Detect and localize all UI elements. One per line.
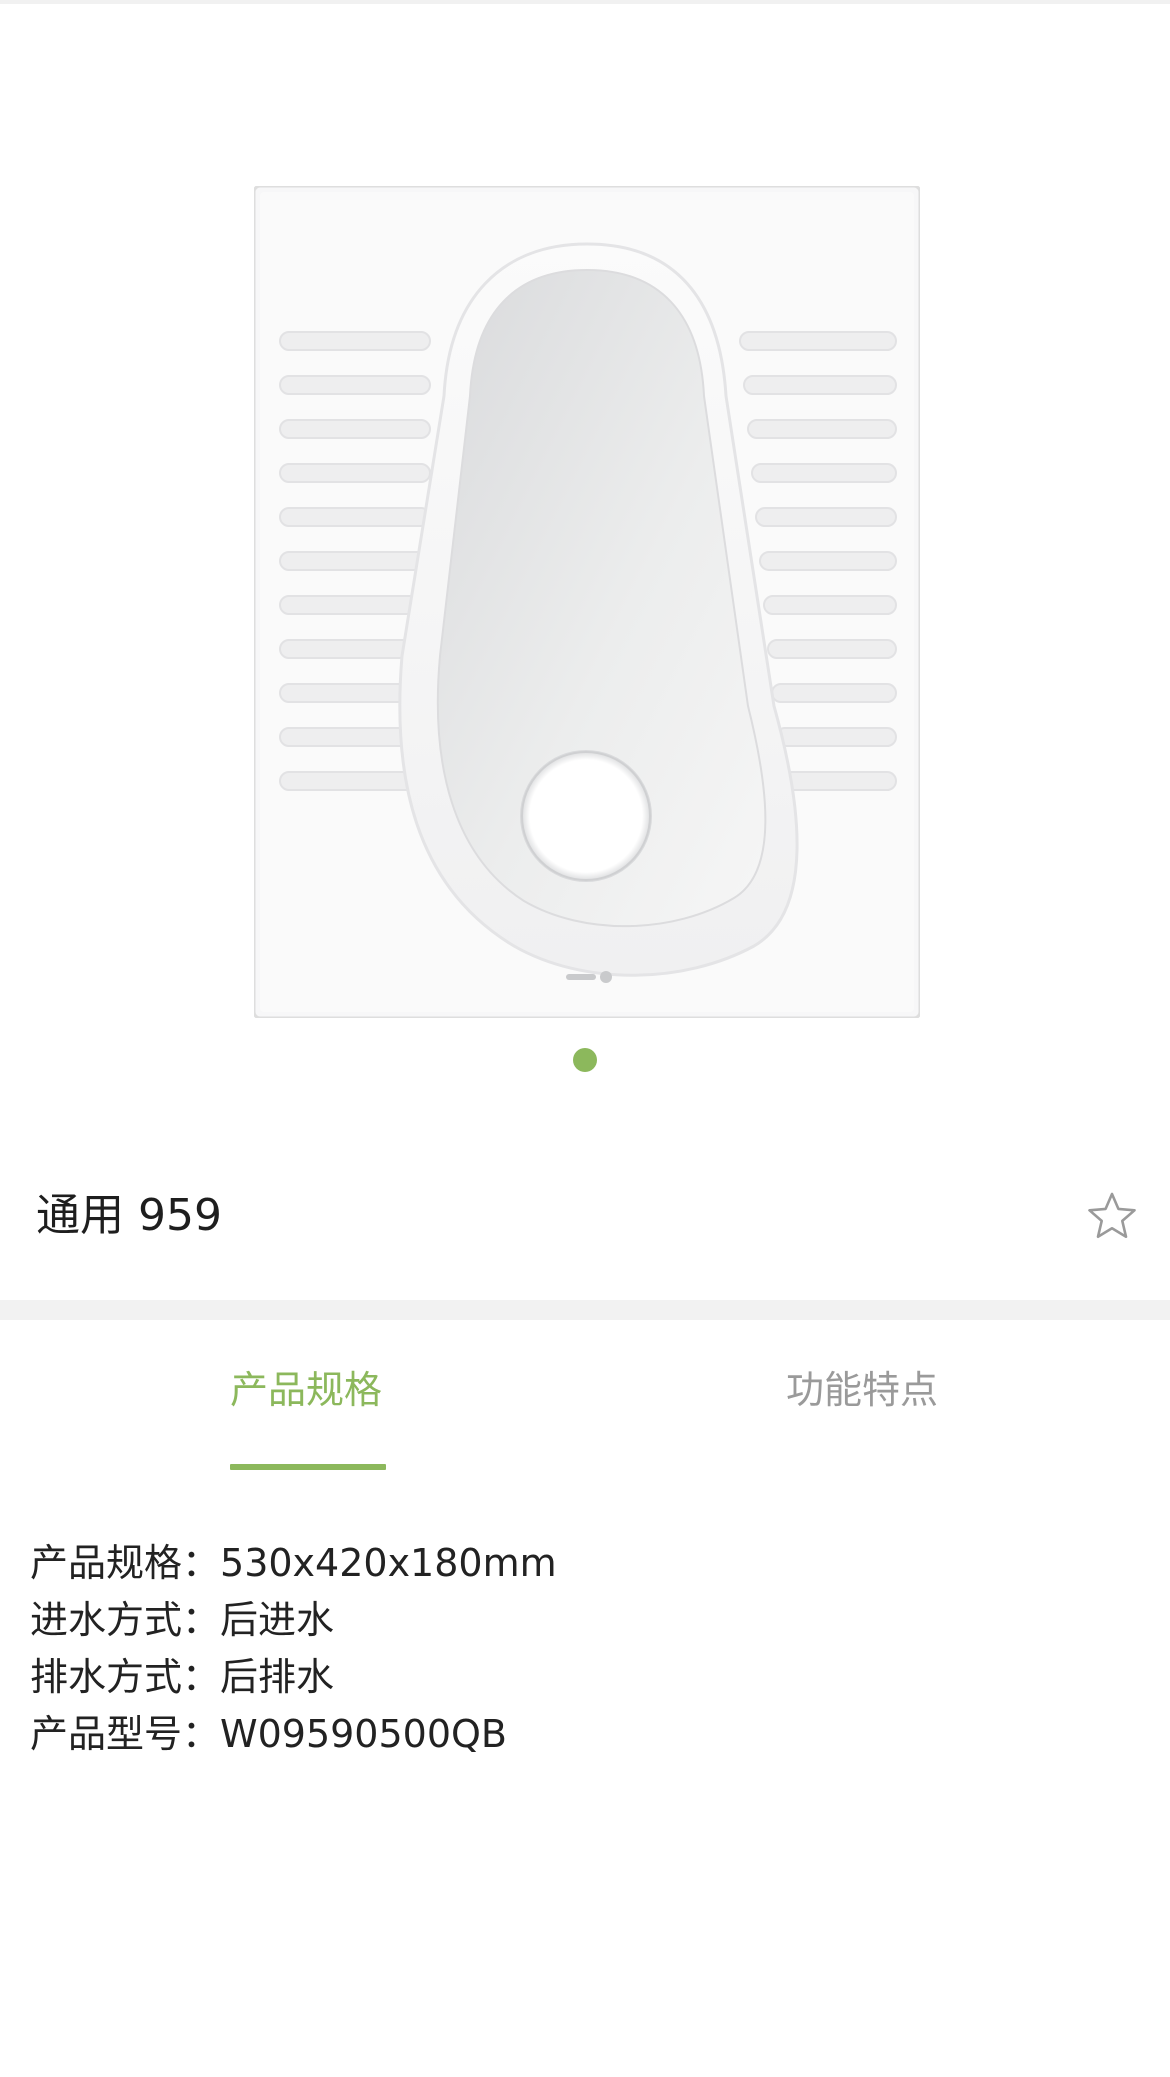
- spec-value: W09590500QB: [220, 1712, 507, 1756]
- spec-list: 产品规格： 530x420x180mm 进水方式：后进水 排水方式：后排水 产品型…: [30, 1535, 1130, 1763]
- star-outline-icon: [1088, 1192, 1136, 1238]
- section-divider: [0, 1300, 1170, 1320]
- spec-separator: ：: [182, 1655, 221, 1699]
- active-tab-indicator: [230, 1464, 386, 1470]
- product-title-row: 通用 959: [0, 1170, 1170, 1260]
- spec-value: 后排水: [220, 1655, 335, 1699]
- image-pager: [0, 1048, 1170, 1072]
- spec-label: 进水方式: [30, 1598, 183, 1642]
- pager-dot-active[interactable]: [573, 1048, 597, 1072]
- spec-separator: ：: [182, 1541, 221, 1585]
- product-title: 通用 959: [36, 1190, 222, 1241]
- spec-value: 530x420x180mm: [220, 1541, 557, 1585]
- spec-label: 排水方式: [30, 1655, 183, 1699]
- favorite-button[interactable]: [1082, 1186, 1142, 1246]
- top-edge: [0, 0, 1170, 4]
- spec-row: 排水方式：后排水: [30, 1649, 1130, 1706]
- spec-row: 进水方式：后进水: [30, 1592, 1130, 1649]
- product-image[interactable]: [254, 186, 920, 1018]
- detail-tabs: 产品规格 功能特点: [0, 1320, 1170, 1470]
- spec-label: 产品规格: [30, 1541, 183, 1585]
- spec-row: 产品型号： W09590500QB: [30, 1706, 1130, 1763]
- spec-label: 产品型号: [30, 1712, 183, 1756]
- spec-separator: ：: [182, 1712, 221, 1756]
- tab-features[interactable]: 功能特点: [786, 1368, 938, 1414]
- spec-value: 后进水: [220, 1598, 335, 1642]
- spec-row: 产品规格： 530x420x180mm: [30, 1535, 1130, 1592]
- tab-specs[interactable]: 产品规格: [230, 1368, 382, 1414]
- spec-separator: ：: [182, 1598, 221, 1642]
- product-gallery[interactable]: [0, 0, 1170, 1120]
